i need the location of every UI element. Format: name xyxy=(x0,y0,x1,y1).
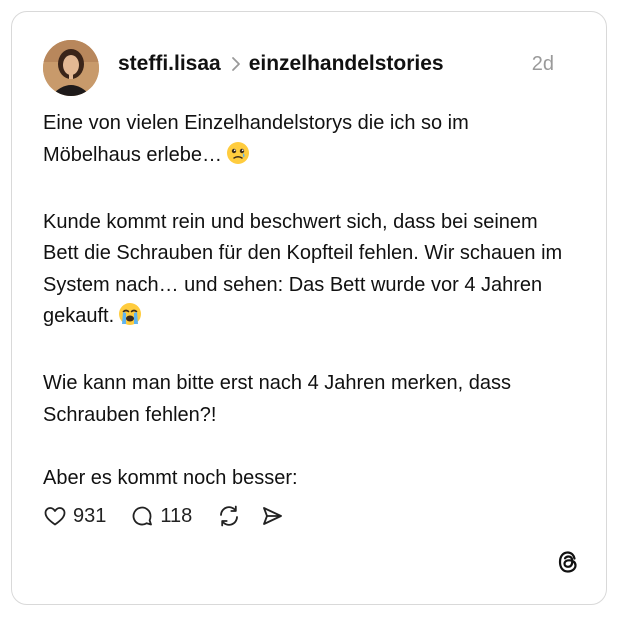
repost-button[interactable] xyxy=(216,503,242,529)
avatar[interactable] xyxy=(43,40,99,96)
share-button[interactable] xyxy=(260,504,284,528)
post-time: 2d xyxy=(531,53,554,75)
heart-icon xyxy=(43,504,67,528)
threads-logo-icon xyxy=(556,549,580,580)
post-paragraph: Aber es kommt noch besser: xyxy=(43,466,298,489)
repost-icon xyxy=(216,503,242,529)
community-name[interactable]: einzelhandelstories xyxy=(249,52,444,76)
send-icon xyxy=(260,504,284,528)
username[interactable]: steffi.lisaa xyxy=(118,52,221,76)
post-header: steffi.lisaa einzelhandelstories xyxy=(118,50,444,78)
post-card: steffi.lisaa einzelhandelstories 2d Eine… xyxy=(11,11,607,605)
post-paragraph: Wie kann man bitte erst nach 4 Jahren me… xyxy=(43,372,512,426)
face-holding-back-tears-icon xyxy=(226,141,250,176)
post-body: Eine von vielen Einzelhandelstorys die i… xyxy=(43,108,563,494)
post-paragraph: Kunde kommt rein und beschwert sich, das… xyxy=(43,207,563,337)
action-bar: 931 118 xyxy=(43,501,284,531)
chevron-right-icon xyxy=(231,56,241,72)
loudly-crying-face-icon xyxy=(118,302,142,337)
comment-button[interactable]: 118 xyxy=(130,504,192,528)
speech-bubble-icon xyxy=(130,504,154,528)
post-paragraph: Eine von vielen Einzelhandelstorys die i… xyxy=(43,108,563,175)
like-count: 931 xyxy=(73,504,107,527)
comment-count: 118 xyxy=(160,504,193,527)
like-button[interactable]: 931 xyxy=(43,504,106,528)
